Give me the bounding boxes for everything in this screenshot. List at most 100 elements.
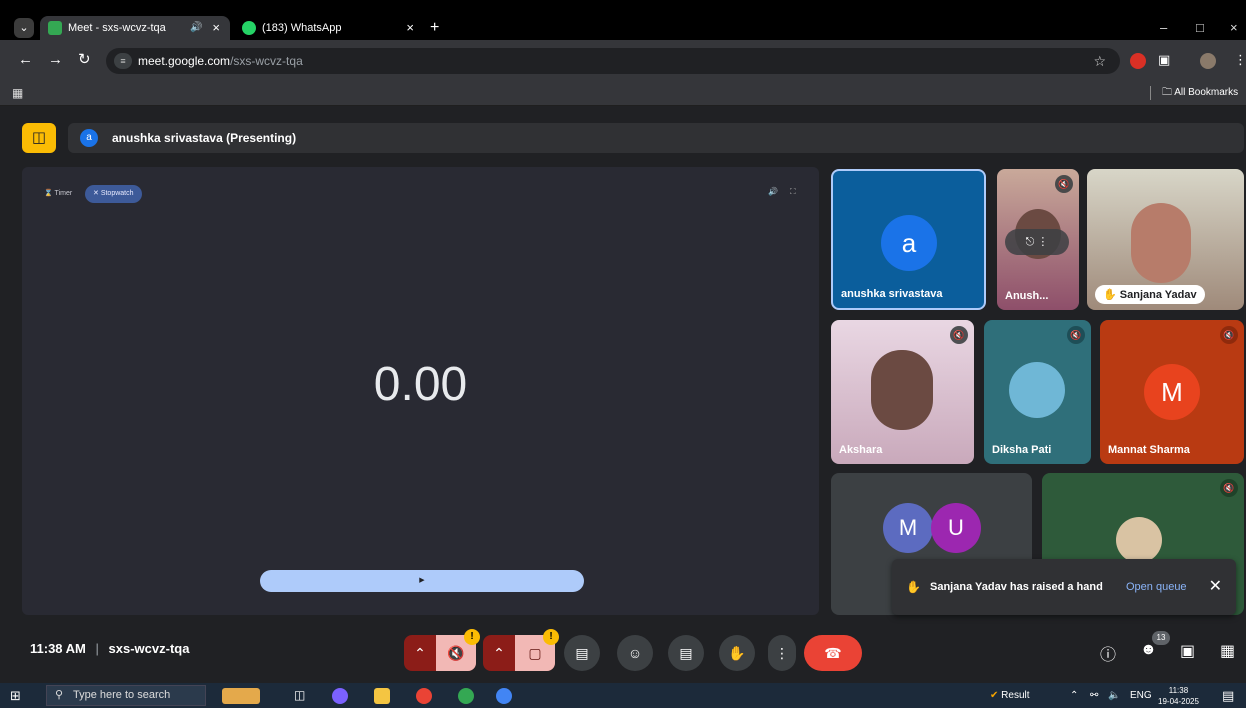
restore-icon[interactable]: □ <box>1196 16 1204 40</box>
system-clock[interactable]: 11:38 19-04-2025 <box>1158 685 1199 707</box>
copilot-icon[interactable] <box>332 688 348 704</box>
present-door-icon[interactable]: ◫ <box>22 123 56 153</box>
stopwatch-display: 0.00 <box>373 358 468 411</box>
participant-tile[interactable]: 🔇 Akshara <box>831 320 974 464</box>
result-widget[interactable]: ✔ Result <box>990 683 1030 708</box>
bookmarks-bar: ▦ 🗀 All Bookmarks <box>0 80 1246 106</box>
tab-meet[interactable]: Meet - sxs-wcvz-tqa 🔊 × <box>40 16 230 40</box>
chrome-active-icon[interactable] <box>458 688 474 704</box>
mic-muted-icon: 🔇 <box>1220 326 1238 344</box>
presentation-stage: ⌛ Timer ✕ Stopwatch 🔊 ⛶ 0.00 ▶ <box>22 167 819 615</box>
all-bookmarks-button[interactable]: 🗀 All Bookmarks <box>1162 80 1238 106</box>
language-indicator[interactable]: ENG <box>1130 683 1152 708</box>
mic-muted-icon: 🔇 <box>1055 175 1073 193</box>
close-toast-icon[interactable]: ✕ <box>1209 559 1222 615</box>
new-tab-button[interactable]: + <box>430 16 439 40</box>
toast-message: Sanjana Yadav has raised a hand <box>930 581 1103 593</box>
participant-tile[interactable]: 🔇 Diksha Pati <box>984 320 1091 464</box>
participant-avatar: M <box>1144 364 1200 420</box>
mic-warning-badge: ! <box>464 629 480 645</box>
screen: ⌄ Meet - sxs-wcvz-tqa 🔊 × (183) WhatsApp… <box>0 0 1246 708</box>
tab-meet-title: Meet - sxs-wcvz-tqa <box>68 22 166 34</box>
tab-whatsapp[interactable]: (183) WhatsApp × <box>234 16 424 40</box>
search-icon: ⚲ <box>55 689 64 701</box>
volume-icon[interactable]: 🔈 <box>1108 683 1120 708</box>
raise-hand-icon[interactable]: ✋ <box>719 635 755 671</box>
mic-muted-icon: 🔇 <box>950 326 968 344</box>
notifications-icon[interactable]: ▤ <box>1222 683 1234 708</box>
participant-name: Mannat Sharma <box>1108 444 1190 456</box>
close-window-icon[interactable]: × <box>1230 16 1238 40</box>
meet-call: ◫ a anushka srivastava (Presenting) ⌛ Ti… <box>0 107 1246 683</box>
timer-tab[interactable]: ⌛ Timer <box>44 187 72 201</box>
widgets-icon[interactable] <box>222 688 260 704</box>
bookmark-star-icon[interactable]: ☆ <box>1093 48 1106 74</box>
site-info-icon[interactable]: ≡ <box>114 53 132 69</box>
address-bar[interactable]: ≡ meet.google.com/sxs-wcvz-tqa ☆ <box>106 48 1120 74</box>
info-icon[interactable]: ⓘ <box>1100 641 1116 665</box>
more-options-icon[interactable]: ⋮ <box>768 635 796 671</box>
captions-icon[interactable]: ▤ <box>564 635 600 671</box>
mic-muted-icon: 🔇 <box>1220 479 1238 497</box>
participant-tile[interactable]: 🔇 M Mannat Sharma <box>1100 320 1244 464</box>
taskbar-search-placeholder: Type here to search <box>73 689 171 701</box>
participant-video <box>871 350 933 430</box>
tab-search-button[interactable]: ⌄ <box>14 18 34 38</box>
meet-favicon-icon <box>48 21 62 35</box>
network-icon[interactable]: ⚯ <box>1090 683 1098 708</box>
stage-fullscreen-icon[interactable]: ⛶ <box>790 187 796 197</box>
close-tab-icon[interactable]: × <box>406 16 414 40</box>
camera-warning-badge: ! <box>543 629 559 645</box>
activities-grid-icon[interactable]: ▦ <box>1220 641 1235 661</box>
play-button[interactable]: ▶ <box>260 570 584 592</box>
file-explorer-icon[interactable] <box>374 688 390 704</box>
chrome-icon[interactable] <box>416 688 432 704</box>
extension-icon[interactable] <box>1130 53 1146 69</box>
participant-avatar <box>1009 362 1065 418</box>
call-controls-bar: 11:38 AM | sxs-wcvz-tqa ⌃ 🔇 ! ⌃ ▢ ! ▤ ☺ … <box>0 621 1246 683</box>
windows-start-icon[interactable]: ⊞ <box>10 688 21 704</box>
chevron-up-icon[interactable]: ⌃ <box>404 635 436 671</box>
pin-icon[interactable]: ⎋ ⋮ <box>1005 229 1069 255</box>
participant-avatar: M <box>883 503 933 553</box>
participant-avatar: a <box>881 215 937 271</box>
hand-raised-icon: ✋ <box>906 580 921 594</box>
emoji-icon[interactable]: ☺ <box>617 635 653 671</box>
task-view-icon[interactable]: ◫ <box>294 688 310 704</box>
participant-tile[interactable]: a anushka srivastava <box>831 169 986 310</box>
participant-avatar: U <box>931 503 981 553</box>
stage-volume-icon[interactable]: 🔊 <box>768 187 778 196</box>
forward-icon[interactable]: → <box>48 50 63 70</box>
end-call-button[interactable]: ☎ <box>804 635 862 671</box>
mic-control[interactable]: ⌃ 🔇 ! <box>404 629 480 671</box>
speaker-icon[interactable]: 🔊 <box>190 16 202 40</box>
participant-avatar <box>1116 517 1162 563</box>
camera-control[interactable]: ⌃ ▢ ! <box>483 629 559 671</box>
presenter-avatar: a <box>80 129 98 147</box>
minimize-icon[interactable]: – <box>1160 16 1167 40</box>
participant-name: Diksha Pati <box>992 444 1052 456</box>
reload-icon[interactable]: ↻ <box>78 50 91 70</box>
taskbar-search-box[interactable]: ⚲ Type here to search <box>46 685 206 706</box>
close-tab-icon[interactable]: × <box>212 16 220 40</box>
app-icon[interactable] <box>496 688 512 704</box>
open-queue-link[interactable]: Open queue <box>1126 559 1187 615</box>
participant-tile[interactable]: 🔇 ⎋ ⋮ Anush... <box>997 169 1079 310</box>
people-icon[interactable]: ☻ <box>1140 641 1157 659</box>
back-icon[interactable]: ← <box>18 50 33 70</box>
present-screen-icon[interactable]: ▤ <box>668 635 704 671</box>
bookmarks-divider <box>1150 86 1151 100</box>
tray-overflow-icon[interactable]: ⌃ <box>1070 683 1078 708</box>
chevron-up-icon[interactable]: ⌃ <box>483 635 515 671</box>
apps-grid-icon[interactable]: ▦ <box>12 86 23 100</box>
browser-menu-icon[interactable]: ⋮ <box>1234 50 1246 70</box>
participant-name: Akshara <box>839 444 883 456</box>
profile-avatar[interactable] <box>1200 53 1216 69</box>
result-icon: ✔ <box>990 690 999 701</box>
chat-icon[interactable]: ▣ <box>1180 641 1195 661</box>
meeting-info: 11:38 AM | sxs-wcvz-tqa <box>30 641 190 656</box>
participant-tile[interactable]: ✋ Sanjana Yadav <box>1087 169 1244 310</box>
extensions-puzzle-icon[interactable]: ▣ <box>1158 50 1170 70</box>
stopwatch-tab[interactable]: ✕ Stopwatch <box>85 185 142 203</box>
raised-hand-toast: ✋ Sanjana Yadav has raised a hand Open q… <box>892 559 1236 615</box>
